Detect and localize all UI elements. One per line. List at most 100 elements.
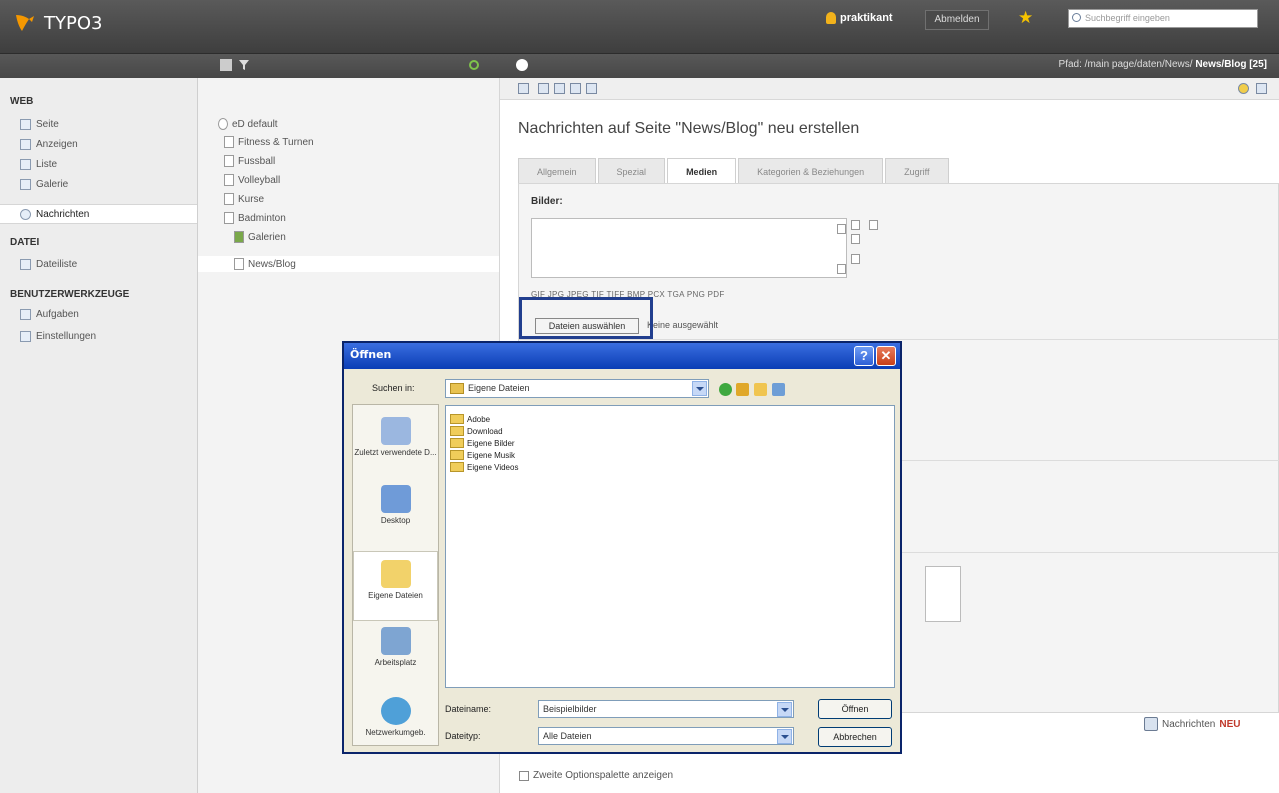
place-label: Arbeitsplatz xyxy=(374,658,417,667)
module-item-galerie[interactable]: Galerie xyxy=(0,174,197,194)
list-item[interactable]: Eigene Videos xyxy=(450,462,518,472)
user-menu[interactable]: praktikant xyxy=(826,12,893,24)
module-menu: WEB Seite Anzeigen Liste Galerie Nachric… xyxy=(0,78,198,793)
filename-input[interactable]: Beispielbilder xyxy=(538,700,794,718)
module-group-dateien[interactable]: DATEI xyxy=(10,237,39,248)
gallery-folder-icon xyxy=(234,231,244,243)
gallery-module-icon xyxy=(20,178,31,190)
place-label: Eigene Dateien xyxy=(368,591,423,600)
cancel-button[interactable]: Abbrechen xyxy=(818,727,892,747)
search-icon xyxy=(1072,13,1081,22)
file-label: Adobe xyxy=(467,414,491,424)
second-options-checkbox[interactable] xyxy=(519,770,529,781)
chevron-down-icon[interactable] xyxy=(777,729,792,744)
place-arbeitsplatz[interactable]: Arbeitsplatz xyxy=(353,627,438,668)
open-file-dialog: Öffnen ? ✕ Suchen in: Eigene Dateien Zul… xyxy=(342,341,902,754)
place-label: Desktop xyxy=(380,516,411,525)
module-group-web[interactable]: WEB xyxy=(10,96,33,107)
module-item-aufgaben[interactable]: Aufgaben xyxy=(0,304,197,324)
module-item-nachrichten[interactable]: Nachrichten xyxy=(0,204,197,224)
place-recent[interactable]: Zuletzt verwendete D... xyxy=(353,417,438,458)
module-item-dateiliste[interactable]: Dateiliste xyxy=(0,254,197,274)
back-icon[interactable] xyxy=(719,383,732,396)
tab-allgemein[interactable]: Allgemein xyxy=(518,158,596,184)
tab-bar: Allgemein Spezial Medien Kategorien & Be… xyxy=(518,158,951,184)
tree-item-kurse[interactable]: Kurse xyxy=(224,193,264,205)
save-new-icon[interactable] xyxy=(570,83,581,94)
tree-item-galerien[interactable]: Galerien xyxy=(234,231,286,243)
tab-zugriff[interactable]: Zugriff xyxy=(885,158,949,184)
add-news-label: Nachrichten xyxy=(1162,718,1216,730)
shortcut-icon[interactable] xyxy=(1238,83,1249,94)
move-up-icon[interactable] xyxy=(851,220,860,230)
save-icon[interactable] xyxy=(538,83,549,94)
breadcrumb-page[interactable]: News/Blog [25] xyxy=(1195,59,1267,70)
lookin-select[interactable]: Eigene Dateien xyxy=(445,379,709,398)
module-group-tools[interactable]: BENUTZERWERKZEUGE xyxy=(10,289,129,300)
fullscreen-icon[interactable] xyxy=(1256,83,1267,94)
new-folder-icon[interactable] xyxy=(754,383,767,396)
new-page-icon[interactable] xyxy=(220,59,232,71)
tree-item-news-blog[interactable]: News/Blog xyxy=(198,256,499,272)
file-list[interactable]: Adobe Download Eigene Bilder Eigene Musi… xyxy=(445,405,895,688)
page-info-icon[interactable] xyxy=(516,59,528,71)
tree-item-label: Fitness & Turnen xyxy=(238,136,314,148)
typo3-logo[interactable]: TYPO3 xyxy=(14,8,102,38)
tree-item-fitness[interactable]: Fitness & Turnen xyxy=(224,136,314,148)
open-button[interactable]: Öffnen xyxy=(818,699,892,719)
page-title: Nachrichten auf Seite "News/Blog" neu er… xyxy=(518,120,860,137)
filetype-select[interactable]: Alle Dateien xyxy=(538,727,794,745)
tab-medien[interactable]: Medien xyxy=(667,158,737,184)
add-news-link[interactable]: Nachrichten NEU xyxy=(1144,717,1240,731)
desktop-icon xyxy=(380,485,411,513)
close-doc-icon[interactable] xyxy=(518,83,529,94)
image-file-list[interactable] xyxy=(531,218,847,278)
dialog-title-bar[interactable]: Öffnen ? ✕ xyxy=(344,343,900,369)
tree-item-badminton[interactable]: Badminton xyxy=(224,212,286,224)
tree-item-fussball[interactable]: Fussball xyxy=(224,155,275,167)
module-item-anzeigen[interactable]: Anzeigen xyxy=(0,134,197,154)
up-folder-icon[interactable] xyxy=(736,383,749,396)
caption-textarea[interactable] xyxy=(925,566,961,622)
folder-icon xyxy=(450,414,464,424)
module-item-liste[interactable]: Liste xyxy=(0,154,197,174)
filter-icon[interactable] xyxy=(238,59,250,71)
tab-kategorien[interactable]: Kategorien & Beziehungen xyxy=(738,158,884,184)
filelist-module-icon xyxy=(20,258,31,270)
close-button[interactable]: ✕ xyxy=(876,346,896,366)
remove-icon[interactable] xyxy=(851,254,860,264)
my-documents-icon xyxy=(380,560,411,588)
tab-spezial[interactable]: Spezial xyxy=(597,158,666,184)
help-button[interactable]: ? xyxy=(854,346,874,366)
bookmark-star-icon[interactable]: ★ xyxy=(1018,8,1033,28)
module-item-einstellungen[interactable]: Einstellungen xyxy=(0,326,197,346)
second-options-toggle[interactable]: Zweite Optionspalette anzeigen xyxy=(519,770,673,781)
tree-item-volleyball[interactable]: Volleyball xyxy=(224,174,280,186)
chevron-down-icon[interactable] xyxy=(777,702,792,717)
list-item[interactable]: Eigene Musik xyxy=(450,450,515,460)
browse-file-icon[interactable] xyxy=(869,220,878,230)
bilder-label: Bilder: xyxy=(531,196,563,207)
save-view-icon[interactable] xyxy=(554,83,565,94)
scroll-up-icon[interactable] xyxy=(837,224,846,234)
list-item[interactable]: Download xyxy=(450,426,503,436)
logout-button[interactable]: Abmelden xyxy=(925,10,989,30)
tree-root[interactable]: eD default xyxy=(218,118,278,130)
place-desktop[interactable]: Desktop xyxy=(353,485,438,526)
search-input[interactable]: Suchbegriff eingeben xyxy=(1068,9,1258,28)
chevron-down-icon[interactable] xyxy=(692,381,707,396)
place-netzwerk[interactable]: Netzwerkumgeb. xyxy=(353,697,438,738)
recent-documents-icon xyxy=(380,417,411,445)
scroll-down-icon[interactable] xyxy=(837,264,846,274)
add-news-new: NEU xyxy=(1219,718,1241,730)
list-item[interactable]: Adobe xyxy=(450,414,490,424)
page-icon xyxy=(224,155,234,167)
place-eigene-dateien[interactable]: Eigene Dateien xyxy=(353,551,438,621)
username: praktikant xyxy=(840,12,893,24)
view-menu-icon[interactable] xyxy=(772,383,785,396)
save-close-icon[interactable] xyxy=(586,83,597,94)
list-item[interactable]: Eigene Bilder xyxy=(450,438,515,448)
module-item-seite[interactable]: Seite xyxy=(0,114,197,134)
move-down-icon[interactable] xyxy=(851,234,860,244)
refresh-icon[interactable] xyxy=(468,59,480,71)
